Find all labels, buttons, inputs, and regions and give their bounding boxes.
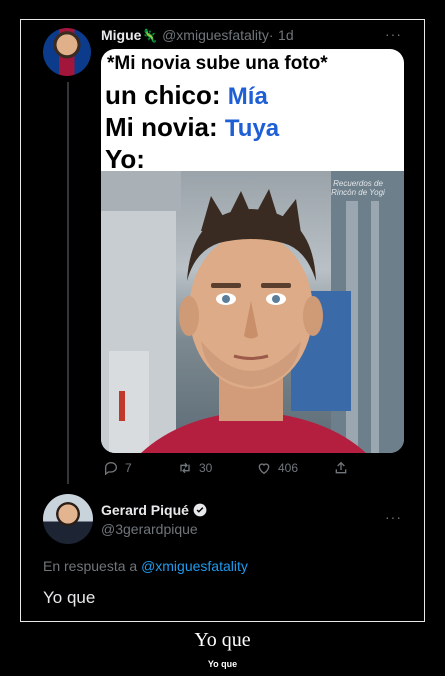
meme-image[interactable]: *Mi novia sube una foto* un chico: Mía M… (101, 49, 404, 453)
meme-line-3: Mi novia: Tuya (105, 112, 279, 143)
reply-text: Yo que (43, 588, 96, 607)
separator: · (268, 27, 274, 43)
tweet-header: Migue🦎 @xmiguesfatality· 1d (101, 27, 294, 45)
timestamp[interactable]: 1d (278, 27, 294, 43)
more-options-icon[interactable]: ··· (385, 26, 402, 42)
caption-subtitle: Yo que (207, 659, 238, 669)
handle[interactable]: @xmiguesfatality (162, 27, 269, 43)
retweet-action[interactable]: 30 (177, 460, 212, 476)
reply-handle[interactable]: @3gerardpique (101, 521, 198, 537)
reply-more-options-icon[interactable]: ··· (385, 509, 402, 525)
reply-count: 7 (125, 461, 132, 475)
watermark: Recuerdos de Rincón de Yogi (331, 179, 385, 197)
meme-line-2-label: un chico: (105, 80, 221, 110)
share-icon (335, 461, 347, 474)
display-name[interactable]: Migue (101, 27, 141, 43)
reply-display-name[interactable]: Gerard Piqué (101, 502, 189, 518)
tweet-thread-frame: Migue🦎 @xmiguesfatality· 1d ··· *Mi novi… (20, 19, 425, 622)
lizard-emoji-icon: 🦎 (141, 28, 158, 43)
replying-to: En respuesta a @xmiguesfatality (43, 558, 248, 574)
like-action[interactable]: 406 (256, 460, 298, 476)
retweet-icon (180, 462, 190, 474)
replying-to-label: En respuesta a (43, 558, 138, 574)
share-action[interactable] (333, 460, 349, 476)
meme-photo: Recuerdos de Rincón de Yogi (101, 171, 404, 453)
avatar[interactable] (43, 28, 91, 76)
meme-line-3-label: Mi novia: (105, 112, 218, 142)
portrait-illustration (101, 171, 404, 453)
caption-title: Yo que (194, 629, 251, 651)
meme-line-2-value: Mía (227, 83, 268, 110)
verified-badge-icon (193, 503, 207, 517)
replying-to-handle-link[interactable]: @xmiguesfatality (141, 558, 248, 574)
reply-header: Gerard Piqué (101, 502, 207, 520)
like-count: 406 (278, 461, 299, 475)
thread-connector-line (67, 82, 69, 484)
retweet-count: 30 (199, 461, 213, 475)
meme-line-1: *Mi novia sube una foto* (107, 53, 328, 74)
meme-line-3-value: Tuya (224, 115, 280, 142)
reply-icon (105, 461, 118, 476)
heart-icon (258, 463, 270, 475)
reply-action[interactable]: 7 (103, 460, 132, 476)
reply-avatar[interactable] (43, 494, 93, 544)
meme-line-2: un chico: Mía (105, 80, 268, 111)
